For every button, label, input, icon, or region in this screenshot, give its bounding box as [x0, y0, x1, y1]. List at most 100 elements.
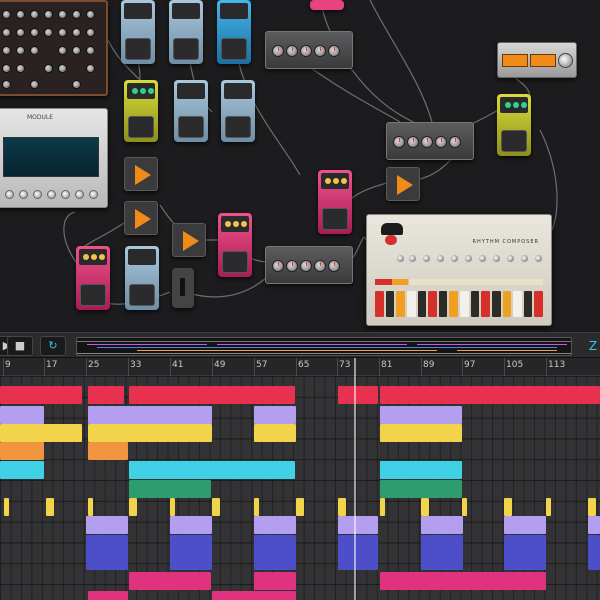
clip-lavender[interactable] [254, 406, 296, 424]
clip-lavender[interactable] [170, 516, 212, 534]
synth-knob[interactable] [72, 10, 81, 19]
clip-red[interactable] [380, 386, 600, 404]
rack-knob[interactable] [5, 190, 14, 199]
synth-knob[interactable] [2, 10, 11, 19]
clip-yellow[interactable] [254, 424, 296, 442]
synth-knob[interactable] [58, 46, 67, 55]
effect-pedal-light-blue[interactable] [221, 80, 255, 142]
synth-knob[interactable] [58, 10, 67, 19]
clip-magenta[interactable] [380, 572, 546, 590]
synth-knob[interactable] [86, 10, 95, 19]
clip-yellow[interactable] [88, 424, 212, 442]
synth-knob[interactable] [58, 64, 67, 73]
clip-blue[interactable] [504, 535, 546, 570]
clip-yellow[interactable] [129, 498, 137, 516]
clip-blue[interactable] [86, 535, 128, 570]
clip-magenta[interactable] [88, 591, 128, 600]
drum-knob[interactable] [507, 255, 514, 262]
pedal-knob[interactable] [99, 254, 105, 260]
pedal-knob[interactable] [521, 102, 527, 108]
pedal-knob[interactable] [241, 221, 247, 227]
clip-lavender[interactable] [0, 406, 44, 424]
synth-knob[interactable] [2, 46, 11, 55]
synth-knob[interactable] [44, 28, 53, 37]
clip-lavender[interactable] [254, 516, 296, 534]
synth-knob[interactable] [30, 10, 39, 19]
synth-knob[interactable] [2, 64, 11, 73]
clip-yellow[interactable] [254, 498, 259, 516]
clip-lavender[interactable] [88, 406, 212, 424]
mixer-knob[interactable] [272, 45, 284, 57]
effect-pedal-pink[interactable] [310, 0, 344, 10]
drum-knob[interactable] [465, 255, 472, 262]
rack-knob[interactable] [47, 190, 56, 199]
rack-knob[interactable] [75, 190, 84, 199]
clip-yellow[interactable] [4, 498, 9, 516]
clip-cyan[interactable] [129, 461, 295, 479]
synth-knob[interactable] [72, 46, 81, 55]
synth-knob[interactable] [30, 46, 39, 55]
synth-knob[interactable] [72, 80, 81, 89]
synth-knob[interactable] [44, 64, 53, 73]
drum-knob[interactable] [437, 255, 444, 262]
clip-magenta[interactable] [129, 572, 211, 590]
effect-pedal-pink[interactable] [318, 170, 352, 234]
effect-pedal-yellow[interactable] [124, 80, 158, 142]
synth-knob[interactable] [86, 46, 95, 55]
clip-magenta[interactable] [254, 572, 296, 590]
analog-synth-module[interactable] [0, 0, 108, 96]
synth-knob[interactable] [30, 80, 39, 89]
timeline-ruler[interactable]: 9 17 25 33 41 49 57 65 73 81 89 97 105 1… [0, 358, 600, 376]
effect-pedal-light-blue[interactable] [125, 246, 159, 310]
clip-blue[interactable] [338, 535, 378, 570]
mixer-knob[interactable] [421, 136, 433, 148]
pedal-knob[interactable] [341, 178, 347, 184]
clip-yellow[interactable] [338, 498, 346, 516]
clip-yellow[interactable] [421, 498, 429, 516]
mixer-unit[interactable] [265, 246, 353, 284]
clip-yellow[interactable] [88, 498, 93, 516]
synth-knob[interactable] [86, 64, 95, 73]
mixer-unit[interactable] [386, 122, 474, 160]
clip-green[interactable] [129, 480, 211, 498]
clip-yellow[interactable] [380, 424, 462, 442]
clip-magenta[interactable] [212, 591, 296, 600]
rack-knob[interactable] [89, 190, 98, 199]
synth-knob[interactable] [30, 28, 39, 37]
synth-knob[interactable] [16, 46, 25, 55]
playhead[interactable] [354, 358, 356, 600]
synth-knob[interactable] [44, 10, 53, 19]
pedal-knob[interactable] [83, 254, 89, 260]
stop-button[interactable]: ■ [7, 336, 33, 356]
mixer-knob[interactable] [393, 136, 405, 148]
synth-knob[interactable] [16, 64, 25, 73]
pedal-knob[interactable] [140, 88, 146, 94]
clip-lavender[interactable] [86, 516, 128, 534]
drum-machine[interactable]: RHYTHM COMPOSER [366, 214, 552, 326]
effect-pedal-yellow[interactable] [497, 94, 531, 156]
rack-knob[interactable] [61, 190, 70, 199]
pedal-knob[interactable] [132, 88, 138, 94]
clip-blue[interactable] [588, 535, 600, 570]
clip-yellow[interactable] [46, 498, 54, 516]
clip-yellow[interactable] [546, 498, 551, 516]
rack-knob[interactable] [33, 190, 42, 199]
step-buttons[interactable] [375, 291, 543, 317]
mixer-unit[interactable] [265, 31, 353, 69]
synth-knob[interactable] [72, 28, 81, 37]
clip-lavender[interactable] [380, 406, 462, 424]
mixer-knob[interactable] [328, 260, 340, 272]
clip-yellow[interactable] [212, 498, 220, 516]
clip-yellow[interactable] [462, 498, 467, 516]
clip-red[interactable] [129, 386, 295, 404]
zoom-button[interactable]: Z [584, 336, 600, 356]
mixer-knob[interactable] [286, 45, 298, 57]
clip-yellow[interactable] [380, 498, 385, 516]
clip-lavender[interactable] [504, 516, 546, 534]
pedal-knob[interactable] [333, 178, 339, 184]
mixer-knob[interactable] [300, 260, 312, 272]
clip-lavender[interactable] [421, 516, 463, 534]
effect-pedal-light-blue[interactable] [169, 0, 203, 64]
synth-knob[interactable] [2, 28, 11, 37]
drum-knob[interactable] [451, 255, 458, 262]
